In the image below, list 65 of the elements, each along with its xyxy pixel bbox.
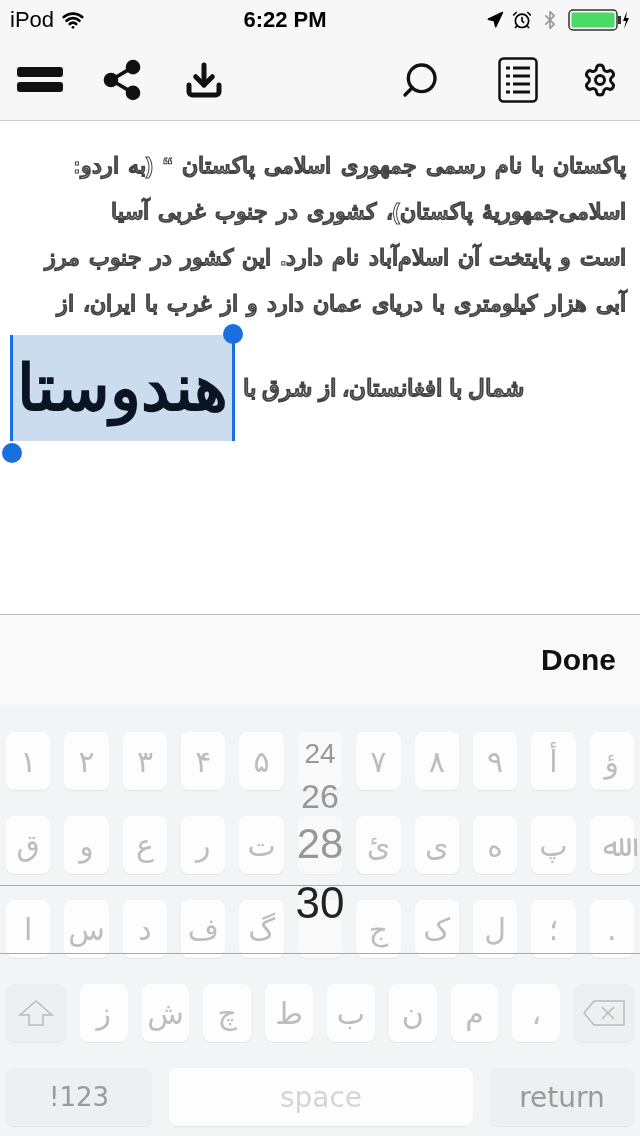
- key[interactable]: ش: [141, 984, 190, 1042]
- clock: 6:22 PM: [243, 7, 327, 33]
- key[interactable]: ۲: [64, 732, 109, 790]
- return-key[interactable]: return: [490, 1068, 634, 1126]
- key[interactable]: ف: [181, 900, 226, 958]
- key[interactable]: گ: [239, 900, 284, 958]
- text-line: آبی هزار کیلومتری با دریای عمان دارد و از غرب با ایران، از: [54, 288, 626, 319]
- key[interactable]: ؤ: [589, 732, 634, 790]
- selection-handle[interactable]: [2, 443, 22, 463]
- key[interactable]: ؛: [531, 900, 576, 958]
- search-icon: [400, 60, 440, 100]
- key[interactable]: س: [64, 900, 109, 958]
- location-icon: [486, 11, 504, 29]
- key[interactable]: ه: [472, 816, 518, 874]
- wifi-icon: [62, 9, 85, 31]
- key[interactable]: ج: [356, 900, 401, 958]
- key[interactable]: ق: [6, 816, 51, 874]
- key[interactable]: ئ: [356, 816, 401, 874]
- list-icon: [498, 57, 538, 103]
- key[interactable]: ۱: [6, 732, 51, 790]
- key[interactable]: ع: [122, 816, 168, 874]
- text-line: است و پایتخت آن اسلام‌آباد نام دارد. این کشور در جنوب مرز: [42, 242, 626, 273]
- font-size-option[interactable]: 26: [301, 776, 339, 817]
- numbers-key[interactable]: !123: [6, 1068, 152, 1126]
- text-line: پاکستان با نام رسمی جمهوری اسلامی پاکستان “ (به اردو:: [72, 152, 626, 182]
- key[interactable]: ی: [414, 816, 459, 874]
- text-line: شمال با افغانستان، از شرق با: [243, 374, 524, 402]
- key[interactable]: پ: [531, 816, 576, 874]
- key[interactable]: ن: [388, 984, 437, 1042]
- battery-icon: [568, 9, 630, 31]
- key[interactable]: ت: [239, 816, 284, 874]
- font-size-option[interactable]: 24: [304, 732, 336, 776]
- selection-handle[interactable]: [223, 324, 243, 344]
- key[interactable]: ۷: [356, 732, 401, 790]
- download-icon: [184, 60, 224, 100]
- key[interactable]: ،: [512, 984, 561, 1042]
- key[interactable]: ۴: [181, 732, 226, 790]
- key[interactable]: ۵: [239, 732, 284, 790]
- key[interactable]: ک: [414, 900, 459, 958]
- font-size-option[interactable]: 28: [296, 817, 344, 871]
- key[interactable]: ب: [327, 984, 375, 1042]
- key[interactable]: ز: [79, 984, 128, 1042]
- done-button[interactable]: Done: [535, 642, 622, 678]
- selected-text[interactable]: هندوستا: [10, 335, 235, 441]
- key[interactable]: چ: [203, 984, 252, 1042]
- key[interactable]: و: [64, 816, 109, 874]
- settings-icon: [582, 62, 618, 98]
- key[interactable]: ۸: [414, 732, 459, 790]
- key[interactable]: ل: [472, 900, 518, 958]
- font-size-option[interactable]: 30: [295, 871, 345, 934]
- backspace-icon: [582, 999, 627, 1027]
- key[interactable]: ا: [6, 900, 51, 958]
- text-line: اسلامی‌جمهوریهٔ پاکستان)، کشوری در جنوب غربی آسیا: [110, 196, 626, 227]
- key[interactable]: ۹: [472, 732, 518, 790]
- key[interactable]: أ: [531, 732, 576, 790]
- key[interactable]: ط: [265, 984, 313, 1042]
- key[interactable]: ۳: [122, 732, 168, 790]
- key[interactable]: .: [589, 900, 634, 958]
- menu-icon: [17, 67, 63, 93]
- shift-icon: [17, 999, 54, 1027]
- key[interactable]: د: [122, 900, 168, 958]
- alarm-icon: [512, 10, 532, 30]
- carrier-name: iPod: [10, 7, 55, 33]
- key[interactable]: ر: [181, 816, 226, 874]
- key[interactable]: م: [450, 984, 499, 1042]
